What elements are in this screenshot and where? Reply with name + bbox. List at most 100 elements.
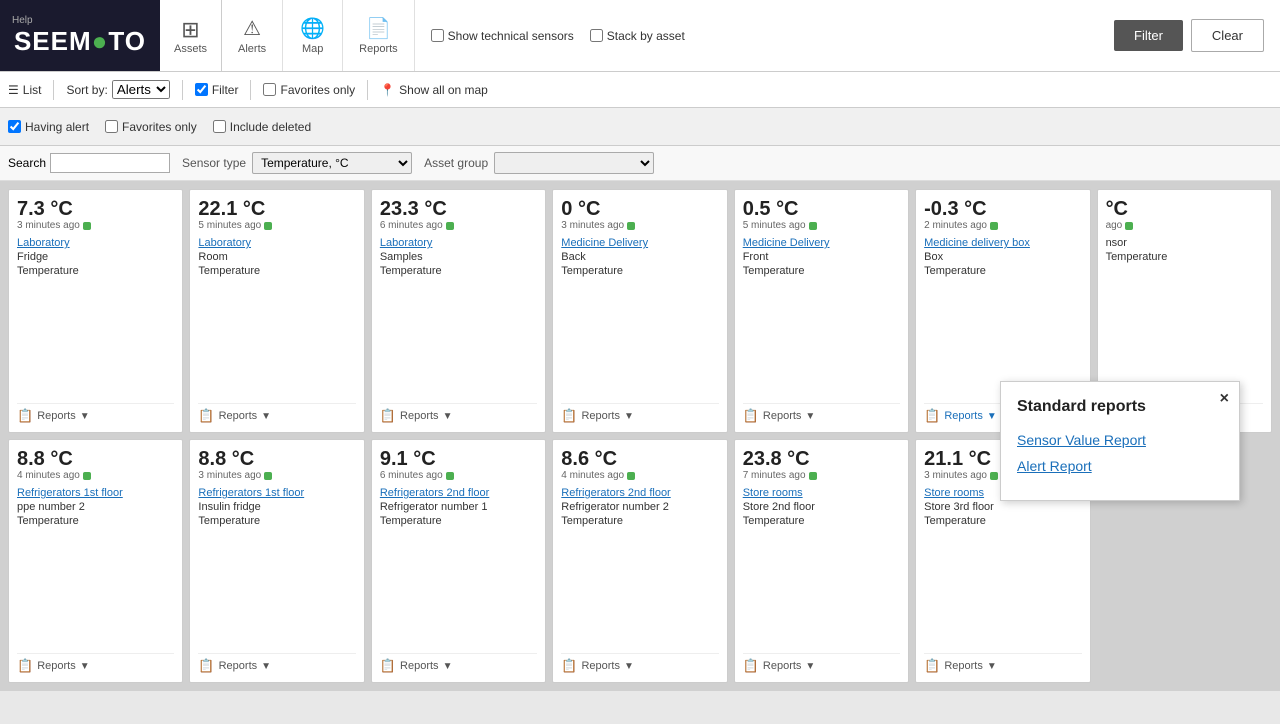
card-reports-button[interactable]: 📋 Reports ▼ bbox=[198, 403, 355, 424]
help-link[interactable]: Help bbox=[12, 15, 33, 26]
card-subloc: Back bbox=[561, 251, 718, 263]
card-location[interactable]: Medicine delivery box bbox=[924, 237, 1081, 249]
dropdown-arrow-icon: ▼ bbox=[80, 661, 90, 672]
alerts-nav-item[interactable]: ⚠ Alerts bbox=[222, 0, 283, 71]
card-location[interactable]: Refrigerators 1st floor bbox=[198, 487, 355, 499]
time-text: 5 minutes ago bbox=[743, 220, 806, 231]
stack-by-asset-label[interactable]: Stack by asset bbox=[590, 29, 685, 43]
card-value: 23.3 °C bbox=[380, 198, 537, 220]
status-indicator bbox=[446, 472, 454, 480]
reports-doc-icon: 📋 bbox=[743, 408, 759, 424]
form-row: Search Sensor type Temperature, °C Humid… bbox=[0, 146, 1280, 181]
divider-2 bbox=[182, 80, 183, 100]
having-alert-checkbox[interactable] bbox=[8, 120, 21, 133]
popup-close-button[interactable]: × bbox=[1220, 390, 1229, 408]
reports-text: Reports bbox=[581, 410, 620, 422]
card-location[interactable]: Refrigerators 1st floor bbox=[17, 487, 174, 499]
filter-label: Filter bbox=[212, 83, 239, 97]
reports-doc-icon: 📋 bbox=[561, 658, 577, 674]
card-subloc: Samples bbox=[380, 251, 537, 263]
card-location[interactable]: Laboratory bbox=[380, 237, 537, 249]
card-value: 9.1 °C bbox=[380, 448, 537, 470]
favorites-only-label[interactable]: Favorites only bbox=[263, 83, 355, 97]
dropdown-arrow-icon: ▼ bbox=[987, 411, 997, 422]
favorites-only-checkbox[interactable] bbox=[263, 83, 276, 96]
sensor-type-select[interactable]: Temperature, °C Humidity, % CO2, ppm bbox=[252, 152, 412, 174]
time-text: 3 minutes ago bbox=[924, 470, 987, 481]
card-location[interactable]: Refrigerators 2nd floor bbox=[561, 487, 718, 499]
sort-label: Sort by: bbox=[66, 83, 107, 97]
alerts-icon: ⚠ bbox=[243, 16, 261, 41]
status-indicator bbox=[990, 472, 998, 480]
stack-by-asset-checkbox[interactable] bbox=[590, 29, 603, 42]
assets-button[interactable]: ⊞ Assets bbox=[160, 0, 222, 71]
reports-text: Reports bbox=[763, 410, 802, 422]
card-reports-button[interactable]: 📋 Reports ▼ bbox=[561, 403, 718, 424]
card-reports-button[interactable]: 📋 Reports ▼ bbox=[380, 653, 537, 674]
sensor-value-report-link[interactable]: Sensor Value Report bbox=[1017, 432, 1223, 448]
filter-checkbox-label[interactable]: Filter bbox=[195, 83, 239, 97]
reports-text: Reports bbox=[763, 660, 802, 672]
card-reports-button[interactable]: 📋 Reports ▼ bbox=[17, 403, 174, 424]
time-text: 3 minutes ago bbox=[17, 220, 80, 231]
card-reports-button[interactable]: 📋 Reports ▼ bbox=[743, 403, 900, 424]
sensor-type-label: Sensor type bbox=[182, 156, 246, 170]
map-pin-icon: 📍 bbox=[380, 83, 395, 97]
asset-group-select[interactable] bbox=[494, 152, 654, 174]
reports-text: Reports bbox=[944, 660, 983, 672]
divider-3 bbox=[250, 80, 251, 100]
sensor-card: 8.8 °C 3 minutes ago Refrigerators 1st f… bbox=[189, 439, 364, 683]
dropdown-arrow-icon: ▼ bbox=[624, 661, 634, 672]
list-view-button[interactable]: ☰ List bbox=[8, 83, 41, 97]
card-reports-button[interactable]: 📋 Reports ▼ bbox=[743, 653, 900, 674]
show-technical-checkbox[interactable] bbox=[431, 29, 444, 42]
favorites-only-filter-label[interactable]: Favorites only bbox=[105, 120, 197, 134]
having-alert-label[interactable]: Having alert bbox=[8, 120, 89, 134]
card-location[interactable]: Laboratory bbox=[198, 237, 355, 249]
logo: SEEM●TO bbox=[14, 26, 146, 57]
dropdown-arrow-icon: ▼ bbox=[805, 411, 815, 422]
card-time: 3 minutes ago bbox=[561, 220, 718, 231]
nav-icon-group: ⚠ Alerts 🌐 Map 📄 Reports bbox=[222, 0, 415, 71]
card-reports-button[interactable]: 📋 Reports ▼ bbox=[561, 653, 718, 674]
card-location[interactable]: Laboratory bbox=[17, 237, 174, 249]
card-subloc: Front bbox=[743, 251, 900, 263]
filter-checkbox[interactable] bbox=[195, 83, 208, 96]
favorites-only-filter-checkbox[interactable] bbox=[105, 120, 118, 133]
reports-nav-item[interactable]: 📄 Reports bbox=[343, 0, 415, 71]
favorites-only-text: Favorites only bbox=[280, 83, 355, 97]
card-reports-button[interactable]: 📋 Reports ▼ bbox=[17, 653, 174, 674]
status-indicator bbox=[446, 222, 454, 230]
alert-report-link[interactable]: Alert Report bbox=[1017, 458, 1223, 474]
include-deleted-checkbox[interactable] bbox=[213, 120, 226, 133]
card-reports-button[interactable]: 📋 Reports ▼ bbox=[924, 653, 1081, 674]
sort-select[interactable]: Alerts Name Value bbox=[112, 80, 170, 99]
popup-title: Standard reports bbox=[1017, 398, 1223, 416]
card-location[interactable]: Medicine Delivery bbox=[561, 237, 718, 249]
having-alert-text: Having alert bbox=[25, 120, 89, 134]
map-nav-item[interactable]: 🌐 Map bbox=[283, 0, 343, 71]
show-all-map-button[interactable]: 📍 Show all on map bbox=[380, 83, 488, 97]
search-input[interactable] bbox=[50, 153, 170, 173]
card-time: 5 minutes ago bbox=[743, 220, 900, 231]
card-location[interactable]: Store rooms bbox=[743, 487, 900, 499]
card-location[interactable]: Refrigerators 2nd floor bbox=[380, 487, 537, 499]
card-type: Temperature bbox=[198, 265, 355, 277]
filter-button[interactable]: Filter bbox=[1114, 20, 1183, 51]
sensor-card: 0.5 °C 5 minutes ago Medicine Delivery F… bbox=[734, 189, 909, 433]
clear-button[interactable]: Clear bbox=[1191, 19, 1264, 52]
reports-doc-icon: 📋 bbox=[17, 658, 33, 674]
show-technical-label[interactable]: Show technical sensors bbox=[431, 29, 574, 43]
card-reports-button[interactable]: 📋 Reports ▼ bbox=[198, 653, 355, 674]
logo-accent: ● bbox=[92, 26, 109, 56]
card-time: 7 minutes ago bbox=[743, 470, 900, 481]
card-location[interactable]: Medicine Delivery bbox=[743, 237, 900, 249]
reports-doc-icon: 📋 bbox=[924, 658, 940, 674]
dropdown-arrow-icon: ▼ bbox=[987, 661, 997, 672]
include-deleted-label[interactable]: Include deleted bbox=[213, 120, 311, 134]
sensor-card: 23.3 °C 6 minutes ago Laboratory Samples… bbox=[371, 189, 546, 433]
card-reports-button[interactable]: 📋 Reports ▼ bbox=[380, 403, 537, 424]
card-time: 4 minutes ago bbox=[17, 470, 174, 481]
card-type: Temperature bbox=[198, 515, 355, 527]
map-icon: 🌐 bbox=[300, 16, 325, 41]
